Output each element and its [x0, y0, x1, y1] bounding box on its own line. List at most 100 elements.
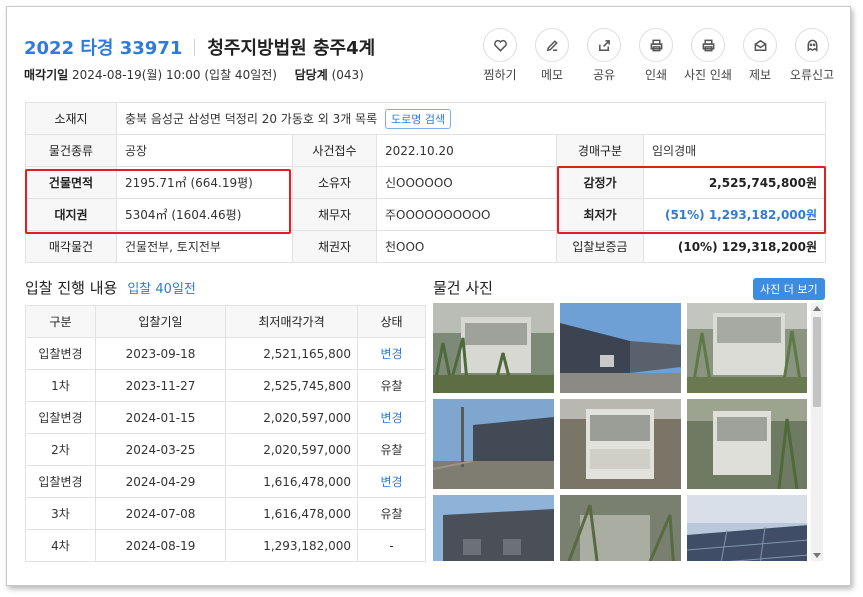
page-title: 2022 타경 33971 청주지방법원 충주4계	[24, 34, 375, 60]
scroll-down-icon[interactable]	[813, 553, 821, 558]
table-row: 4차 2024-08-19 1,293,182,000 -	[25, 529, 426, 562]
bidding-title: 입찰 진행 내용	[25, 279, 118, 297]
auction-type-label: 경매구분	[556, 134, 644, 167]
report-button[interactable]: 제보	[734, 28, 786, 83]
road-search-button[interactable]: 도로명 검색	[384, 108, 452, 129]
status-cell: 변경	[357, 465, 426, 498]
property-info-table: 소재지 충북 음성군 삼성면 덕정리 20 가동호 외 3개 목록 도로명 검색…	[25, 102, 827, 263]
dept-label: 담당계	[294, 68, 328, 82]
deposit-value: (10%) 129,318,200원	[642, 230, 827, 263]
sale-item-value: 건물전부, 토지전부	[116, 230, 293, 263]
status-cell: 변경	[357, 337, 426, 370]
photo-thumbnail[interactable]	[687, 495, 807, 561]
court-name: 청주지방법원 충주4계	[207, 38, 376, 59]
photos-title: 물건 사진	[433, 279, 493, 297]
price-cell: 1,616,478,000	[225, 497, 358, 530]
bidding-section-title: 입찰 진행 내용 입찰 40일전	[25, 277, 196, 298]
round-cell: 2차	[25, 433, 96, 466]
sale-info: 매각기일 2024-08-19(월) 10:00 (입찰 40일전) 담당계 (…	[24, 66, 364, 83]
sale-item-label: 매각물건	[25, 230, 117, 263]
more-photos-button[interactable]: 사진 더 보기	[753, 278, 825, 300]
favorite-button[interactable]: 찜하기	[474, 28, 526, 83]
date-cell: 2024-03-25	[95, 433, 226, 466]
report-label: 제보	[748, 68, 772, 82]
price-cell: 2,020,597,000	[225, 433, 358, 466]
debtor-label: 채무자	[292, 198, 377, 231]
round-cell: 입찰변경	[25, 465, 96, 498]
location-cell: 충북 음성군 삼성면 덕정리 20 가동호 외 3개 목록 도로명 검색	[115, 102, 827, 135]
type-label: 물건종류	[25, 134, 117, 167]
memo-button[interactable]: 메모	[526, 28, 578, 83]
date-cell: 2023-11-27	[95, 369, 226, 402]
photo-thumbnail[interactable]	[687, 303, 807, 393]
price-cell: 1,293,182,000	[225, 529, 358, 562]
photo-scrollbar[interactable]	[811, 303, 823, 561]
table-row: 입찰변경 2024-01-15 2,020,597,000 변경	[25, 401, 426, 434]
status-cell: 유찰	[357, 497, 426, 530]
table-row: 건물면적 2195.71㎡ (664.19평) 소유자 신OOOOOO 감정가 …	[25, 166, 827, 199]
creditor-label: 채권자	[292, 230, 377, 263]
share-button[interactable]: 공유	[578, 28, 630, 83]
photo-print-button[interactable]: 사진 인쇄	[682, 28, 734, 83]
table-row: 2차 2024-03-25 2,020,597,000 유찰	[25, 433, 426, 466]
appraisal-value: 2,525,745,800원	[642, 166, 827, 199]
date-cell: 2024-01-15	[95, 401, 226, 434]
dept-value: (043)	[331, 68, 364, 82]
table-row: 입찰변경 2024-04-29 1,616,478,000 변경	[25, 465, 426, 498]
round-cell: 입찰변경	[25, 337, 96, 370]
debtor-value: 주OOOOOOOOOO	[376, 198, 557, 231]
envelope-icon	[743, 28, 777, 62]
creditor-value: 천OOO	[376, 230, 557, 263]
printer-icon	[691, 28, 725, 62]
scroll-up-icon[interactable]	[813, 306, 821, 311]
table-row: 3차 2024-07-08 1,616,478,000 유찰	[25, 497, 426, 530]
photo-grid	[433, 303, 807, 561]
column-header: 구분	[25, 305, 96, 338]
building-area-value: 2195.71㎡ (664.19평)	[116, 166, 293, 199]
price-cell: 1,616,478,000	[225, 465, 358, 498]
photo-thumbnail[interactable]	[687, 399, 807, 489]
favorite-label: 찜하기	[483, 68, 517, 82]
min-price-value: (51%) 1,293,182,000원	[642, 198, 827, 231]
appraisal-label: 감정가	[556, 166, 644, 199]
photo-thumbnail[interactable]	[560, 495, 681, 561]
table-row: 1차 2023-11-27 2,525,745,800 유찰	[25, 369, 426, 402]
status-cell: 유찰	[357, 433, 426, 466]
status-cell: -	[357, 529, 426, 562]
scrollbar-thumb[interactable]	[813, 317, 821, 407]
table-header-row: 구분 입찰기일 최저매각가격 상태	[25, 305, 426, 338]
status-cell: 유찰	[357, 369, 426, 402]
date-cell: 2024-04-29	[95, 465, 226, 498]
min-price-label: 최저가	[556, 198, 644, 231]
table-row: 입찰변경 2023-09-18 2,521,165,800 변경	[25, 337, 426, 370]
column-header: 상태	[357, 305, 426, 338]
error-report-label: 오류신고	[789, 68, 835, 82]
print-button[interactable]: 인쇄	[630, 28, 682, 83]
round-cell: 입찰변경	[25, 401, 96, 434]
bidding-table: 구분 입찰기일 최저매각가격 상태 입찰변경 2023-09-18 2,521,…	[25, 305, 426, 562]
location-value: 충북 음성군 삼성면 덕정리 20 가동호 외 3개 목록	[125, 111, 378, 126]
table-row: 대지권 5304㎡ (1604.46평) 채무자 주OOOOOOOOOO 최저가…	[25, 198, 827, 231]
deposit-label: 입찰보증금	[556, 230, 644, 263]
ghost-icon	[795, 28, 829, 62]
share-icon	[587, 28, 621, 62]
print-label: 인쇄	[644, 68, 668, 82]
photo-thumbnail[interactable]	[560, 399, 681, 489]
action-bar: 찜하기 메모 공유 인쇄 사진 인쇄 제보 오류신고	[474, 28, 838, 83]
photo-thumbnail[interactable]	[433, 495, 554, 561]
photo-thumbnail[interactable]	[433, 399, 554, 489]
owner-value: 신OOOOOO	[376, 166, 557, 199]
printer-icon	[639, 28, 673, 62]
land-label: 대지권	[25, 198, 117, 231]
error-report-button[interactable]: 오류신고	[786, 28, 838, 83]
received-label: 사건접수	[292, 134, 377, 167]
photo-thumbnail[interactable]	[433, 303, 554, 393]
bidding-subtitle: 입찰 40일전	[127, 282, 196, 297]
date-cell: 2024-08-19	[95, 529, 226, 562]
photo-thumbnail[interactable]	[560, 303, 681, 393]
location-label: 소재지	[25, 102, 117, 135]
column-header: 입찰기일	[95, 305, 226, 338]
sale-date-value: 2024-08-19(월) 10:00 (입찰 40일전)	[72, 68, 277, 82]
auction-detail-panel: 2022 타경 33971 청주지방법원 충주4계 매각기일 2024-08-1…	[6, 6, 851, 586]
case-number: 2022 타경 33971	[24, 38, 183, 59]
